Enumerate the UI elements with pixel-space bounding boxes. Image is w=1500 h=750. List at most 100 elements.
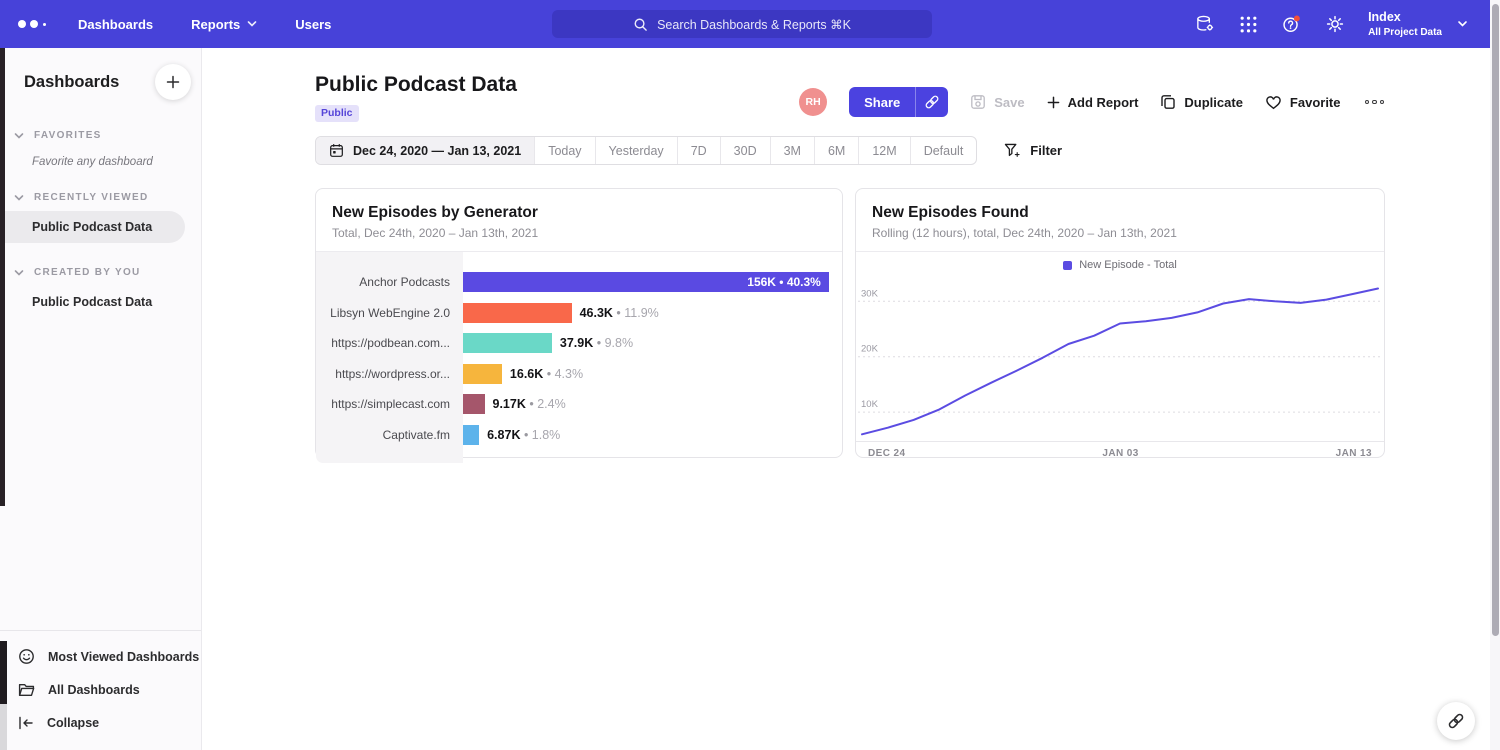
app-logo-icon[interactable]: [18, 20, 46, 28]
x-tick: DEC 24: [868, 448, 905, 459]
nav-right-group: Index All Project Data: [1195, 0, 1468, 48]
bar-category-label: https://simplecast.com: [316, 389, 463, 420]
share-link-section[interactable]: [915, 87, 948, 117]
search-bar[interactable]: Search Dashboards & Reports ⌘K: [552, 10, 932, 38]
sidebar-section-favorites: FAVORITESFavorite any dashboard: [0, 130, 201, 168]
sidebar-collapse-button[interactable]: Collapse: [0, 706, 201, 739]
bar-category-label: https://podbean.com...: [316, 328, 463, 359]
duplicate-button[interactable]: Duplicate: [1160, 94, 1243, 110]
sidebar-title: Dashboards: [24, 73, 119, 92]
nav-item-dashboards[interactable]: Dashboards: [78, 17, 153, 32]
section-header-created-by-you[interactable]: CREATED BY YOU: [0, 267, 201, 278]
filter-funnel-icon: [1004, 143, 1021, 158]
bar-anchor-podcasts[interactable]: 156K • 40.3%: [463, 272, 829, 292]
notification-badge: [1294, 16, 1300, 22]
nav-item-reports[interactable]: Reports: [191, 17, 257, 32]
share-label: Share: [849, 95, 915, 110]
sidebar-section-created-by-you: CREATED BY YOU Public Podcast Data: [0, 267, 201, 318]
add-report-label: Add Report: [1068, 95, 1139, 110]
card-header[interactable]: New Episodes by Generator Total, Dec 24t…: [316, 189, 842, 252]
chart-legend: New Episode - Total: [856, 252, 1384, 278]
card-header[interactable]: New Episodes Found Rolling (12 hours), t…: [856, 189, 1384, 252]
add-dashboard-button[interactable]: [155, 64, 191, 100]
date-preset-today[interactable]: Today: [534, 137, 594, 164]
sidebar-item-public-podcast-data[interactable]: Public Podcast Data: [0, 211, 185, 243]
bar-captivate-fm[interactable]: [463, 425, 479, 445]
sidebar: Dashboards FAVORITESFavorite any dashboa…: [0, 48, 202, 750]
bar-https-wordpress-or[interactable]: [463, 364, 502, 384]
bar-chart-category-labels: Anchor PodcastsLibsyn WebEngine 2.0https…: [316, 252, 463, 463]
date-preset-30d[interactable]: 30D: [720, 137, 770, 164]
bar-libsyn-webengine-2-0[interactable]: [463, 303, 572, 323]
date-preset-yesterday[interactable]: Yesterday: [595, 137, 677, 164]
date-preset-6m[interactable]: 6M: [814, 137, 858, 164]
date-preset-3m[interactable]: 3M: [770, 137, 814, 164]
primary-nav: Dashboards Reports Users: [78, 17, 331, 32]
sidebar-footer-label: Most Viewed Dashboards: [48, 650, 199, 664]
bar-category-label: Libsyn WebEngine 2.0: [316, 298, 463, 329]
bar-value-label: 37.9K • 9.8%: [560, 336, 633, 350]
sidebar-item-public-podcast-data[interactable]: Public Podcast Data: [0, 286, 201, 318]
sidebar-footer: Most Viewed Dashboards All Dashboards Co…: [0, 630, 201, 750]
settings-gear-icon[interactable]: [1325, 14, 1345, 34]
link-icon: [1447, 712, 1465, 730]
legend-swatch: [1063, 261, 1072, 270]
card-subtitle: Total, Dec 24th, 2020 – Jan 13th, 2021: [332, 226, 826, 240]
share-button[interactable]: Share: [849, 87, 948, 117]
add-report-button[interactable]: Add Report: [1047, 95, 1139, 110]
bar-row: 46.3K • 11.9%: [463, 298, 842, 329]
project-switcher[interactable]: Index All Project Data: [1368, 9, 1442, 38]
chevron-down-icon: [14, 132, 24, 140]
section-empty-note: Favorite any dashboard: [0, 141, 201, 168]
date-preset-7d[interactable]: 7D: [677, 137, 720, 164]
calendar-icon: [329, 143, 344, 158]
bar-https-podbean-com[interactable]: [463, 333, 552, 353]
sidebar-item-all-dashboards[interactable]: All Dashboards: [0, 673, 201, 706]
chevron-down-icon[interactable]: [1457, 20, 1468, 28]
bar-category-label: Anchor Podcasts: [316, 267, 463, 298]
chevron-down-icon: [14, 194, 24, 202]
app-window: Dashboards Reports Users Search Dashboards…: [0, 0, 1500, 750]
chevron-down-icon: [14, 269, 24, 277]
section-header-recently-viewed[interactable]: RECENTLY VIEWED: [0, 192, 201, 203]
window-edge-artifact: [0, 48, 5, 506]
data-sources-icon[interactable]: [1195, 14, 1216, 34]
dot-icon: [1372, 100, 1377, 105]
card-title: New Episodes by Generator: [332, 204, 826, 222]
section-header-favorites[interactable]: FAVORITES: [0, 130, 201, 141]
bar-value-label: 46.3K • 11.9%: [580, 306, 659, 320]
scrollbar-thumb[interactable]: [1492, 4, 1499, 636]
sidebar-item-most-viewed-dashboards[interactable]: Most Viewed Dashboards: [0, 640, 201, 673]
bar-row: 6.87K • 1.8%: [463, 420, 842, 451]
y-tick-label: 10K: [861, 399, 879, 410]
top-navigation: Dashboards Reports Users Search Dashboards…: [0, 0, 1490, 48]
window-edge-artifact: [0, 641, 7, 704]
help-icon[interactable]: [1281, 14, 1302, 34]
sidebar-footer-label: All Dashboards: [48, 683, 140, 697]
date-range-picker[interactable]: Dec 24, 2020 — Jan 13, 2021: [316, 137, 534, 164]
filter-button[interactable]: Filter: [1004, 143, 1062, 158]
section-label: FAVORITES: [34, 130, 102, 141]
avatar[interactable]: RH: [799, 88, 827, 116]
nav-item-users[interactable]: Users: [295, 17, 331, 32]
date-preset-default[interactable]: Default: [910, 137, 977, 164]
y-tick-label: 30K: [861, 288, 879, 299]
bar-https-simplecast-com[interactable]: [463, 394, 485, 414]
date-range-label: Dec 24, 2020 — Jan 13, 2021: [353, 144, 521, 158]
bar-row: 156K • 40.3%: [463, 267, 842, 298]
line-chart-plot[interactable]: 10K20K30K: [856, 278, 1384, 441]
bar-value-label: 16.6K • 4.3%: [510, 367, 583, 381]
dashboard-actions: RH Share Save Add Report Duplicate: [799, 86, 1386, 118]
visibility-badge: Public: [315, 105, 359, 122]
project-scope: All Project Data: [1368, 26, 1442, 39]
more-actions-button[interactable]: [1363, 96, 1387, 109]
favorite-button[interactable]: Favorite: [1265, 95, 1341, 110]
copy-link-floating-button[interactable]: [1437, 702, 1475, 740]
bar-row: 16.6K • 4.3%: [463, 359, 842, 390]
save-button[interactable]: Save: [970, 94, 1024, 110]
sidebar-section-recently-viewed: RECENTLY VIEWED Public Podcast Data: [0, 192, 201, 243]
date-preset-12m[interactable]: 12M: [858, 137, 909, 164]
line-chart-svg: 10K20K30K: [858, 278, 1382, 441]
project-name: Index: [1368, 9, 1442, 25]
apps-grid-icon[interactable]: [1239, 15, 1258, 34]
